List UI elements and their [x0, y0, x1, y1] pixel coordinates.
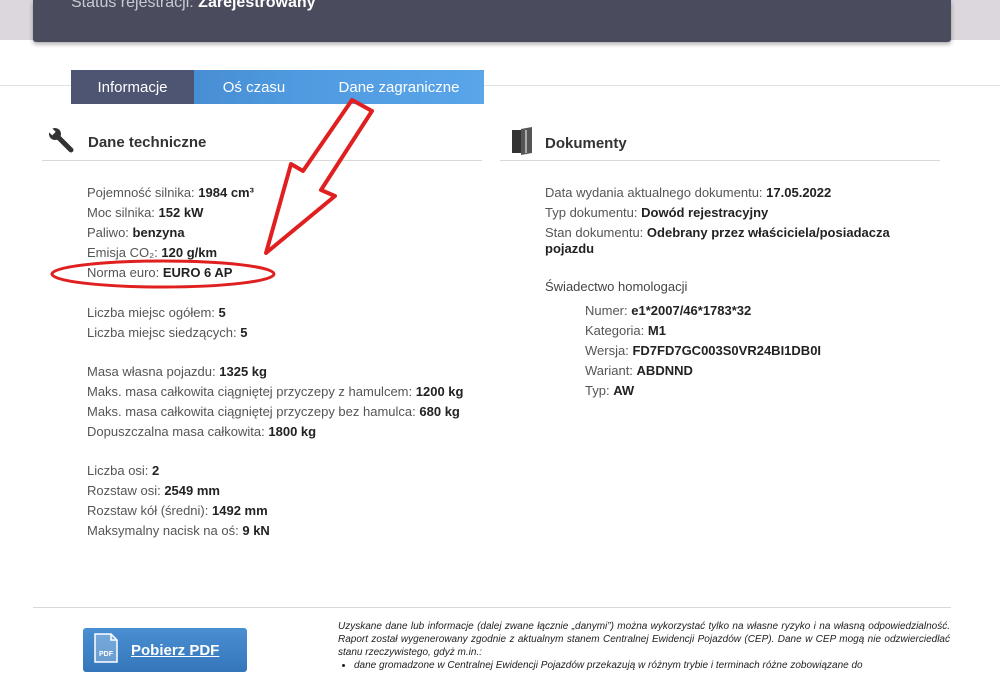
homologation-number-row: Numer: e1*2007/46*1783*32: [585, 303, 751, 319]
red-arrow-annotation: [264, 98, 374, 255]
tab-os-czasu[interactable]: Oś czasu: [194, 70, 314, 104]
field-value: 120 g/km: [161, 245, 218, 260]
document-icon: [511, 127, 533, 160]
field-label: Wariant:: [585, 363, 633, 378]
trailer-braked-row: Maks. masa całkowita ciągniętej przyczep…: [87, 384, 463, 400]
field-value: benzyna: [132, 225, 185, 240]
field-value: FD7FD7GC003S0VR24BI1DB0I: [632, 343, 822, 358]
disclaimer: Uzyskane dane lub informacje (dalej zwan…: [338, 620, 950, 672]
field-value: 2: [152, 463, 160, 478]
field-value: 9 kN: [242, 523, 270, 538]
field-label: Typ:: [585, 383, 610, 398]
disclaimer-paragraph: Uzyskane dane lub informacje (dalej zwan…: [338, 621, 950, 658]
field-label: Maks. masa całkowita ciągniętej przyczep…: [87, 404, 416, 419]
field-label: Rozstaw kół (średni):: [87, 503, 209, 518]
field-label: Data wydania aktualnego dokumentu:: [545, 185, 763, 200]
disclaimer-bullet: dane gromadzone w Centralnej Ewidencji P…: [354, 659, 950, 672]
wrench-icon: [47, 127, 74, 158]
field-value: M1: [647, 323, 666, 338]
tab-informacje[interactable]: Informacje: [71, 70, 194, 104]
field-label: Masa własna pojazdu:: [87, 364, 216, 379]
field-value: e1*2007/46*1783*32: [631, 303, 752, 318]
field-value: 1984 cm³: [198, 185, 254, 200]
footer-divider: [33, 607, 951, 608]
field-value: 2549 mm: [164, 483, 220, 498]
field-label: Paliwo:: [87, 225, 129, 240]
engine-power-row: Moc silnika: 152 kW: [87, 205, 203, 221]
field-label: Typ dokumentu:: [545, 205, 638, 220]
field-value: 17.05.2022: [766, 185, 832, 200]
status-label: Status rejestracji:: [71, 0, 194, 11]
tab-bar: Informacje Oś czasu Dane zagraniczne: [71, 70, 484, 104]
technical-divider: [42, 160, 482, 161]
field-label: Moc silnika:: [87, 205, 155, 220]
euro-norm-row: Norma euro: EURO 6 AP: [87, 265, 232, 281]
gross-weight-row: Dopuszczalna masa całkowita: 1800 kg: [87, 424, 316, 440]
homologation-category-row: Kategoria: M1: [585, 323, 666, 339]
co2-row: Emisja CO₂: 120 g/km: [87, 245, 217, 261]
field-label: Maks. masa całkowita ciągniętej przyczep…: [87, 384, 413, 399]
field-value: AW: [613, 383, 635, 398]
documents-title: Dokumenty: [545, 135, 627, 152]
technical-title: Dane techniczne: [88, 134, 207, 151]
track-row: Rozstaw kół (średni): 1492 mm: [87, 503, 268, 519]
field-label: Dopuszczalna masa całkowita:: [87, 424, 265, 439]
field-value: ABDNND: [636, 363, 693, 378]
field-label: Rozstaw osi:: [87, 483, 161, 498]
homologation-title: Świadectwo homologacji: [545, 279, 688, 294]
field-label: Wersja:: [585, 343, 629, 358]
field-value: 1200 kg: [415, 384, 464, 399]
status-header: Status rejestracji: Zarejestrowany: [33, 0, 951, 42]
trailer-unbraked-row: Maks. masa całkowita ciągniętej przyczep…: [87, 404, 460, 420]
field-label: Liczba osi:: [87, 463, 149, 478]
field-value: EURO 6 AP: [162, 265, 233, 280]
field-label: Emisja CO₂:: [87, 245, 158, 260]
doc-state-row: Stan dokumentu: Odebrany przez właścicie…: [545, 225, 915, 257]
disclaimer-list: dane gromadzone w Centralnej Ewidencji P…: [338, 659, 950, 672]
documents-header: Dokumenty: [511, 127, 627, 160]
field-value: 1492 mm: [212, 503, 268, 518]
field-label: Liczba miejsc siedzących:: [87, 325, 237, 340]
field-label: Pojemność silnika:: [87, 185, 195, 200]
engine-capacity-row: Pojemność silnika: 1984 cm³: [87, 185, 254, 201]
field-value: 152 kW: [158, 205, 204, 220]
field-label: Norma euro:: [87, 265, 160, 280]
homologation-type-row: Typ: AW: [585, 383, 634, 399]
download-pdf-label: Pobierz PDF: [131, 641, 220, 659]
documents-divider: [500, 160, 940, 161]
field-label: Kategoria:: [585, 323, 645, 338]
field-value: 1325 kg: [219, 364, 267, 379]
issue-date-row: Data wydania aktualnego dokumentu: 17.05…: [545, 185, 831, 201]
curb-weight-row: Masa własna pojazdu: 1325 kg: [87, 364, 267, 380]
fuel-row: Paliwo: benzyna: [87, 225, 185, 241]
homologation-version-row: Wersja: FD7FD7GC003S0VR24BI1DB0I: [585, 343, 821, 359]
seats-total-row: Liczba miejsc ogółem: 5: [87, 305, 226, 321]
homologation-variant-row: Wariant: ABDNND: [585, 363, 693, 379]
field-label: Maksymalny nacisk na oś:: [87, 523, 239, 538]
field-label: Numer:: [585, 303, 628, 318]
pdf-file-icon: PDF: [93, 632, 119, 668]
seats-sitting-row: Liczba miejsc siedzących: 5: [87, 325, 247, 341]
axles-row: Liczba osi: 2: [87, 463, 159, 479]
field-value: 5: [240, 325, 248, 340]
download-pdf-button[interactable]: PDF Pobierz PDF: [83, 628, 247, 672]
field-label: Liczba miejsc ogółem:: [87, 305, 215, 320]
field-value: 5: [218, 305, 226, 320]
field-value: 1800 kg: [268, 424, 317, 439]
tab-dane-zagraniczne[interactable]: Dane zagraniczne: [314, 70, 484, 104]
registration-status: Status rejestracji: Zarejestrowany: [71, 0, 316, 12]
pdf-icon-text: PDF: [99, 651, 114, 658]
field-label: Stan dokumentu:: [545, 225, 644, 240]
field-value: Dowód rejestracyjny: [641, 205, 769, 220]
doc-type-row: Typ dokumentu: Dowód rejestracyjny: [545, 205, 768, 221]
wheelbase-row: Rozstaw osi: 2549 mm: [87, 483, 220, 499]
technical-header: Dane techniczne: [47, 127, 207, 158]
status-value: Zarejestrowany: [198, 0, 316, 11]
field-value: 680 kg: [419, 404, 460, 419]
axle-load-row: Maksymalny nacisk na oś: 9 kN: [87, 523, 270, 539]
